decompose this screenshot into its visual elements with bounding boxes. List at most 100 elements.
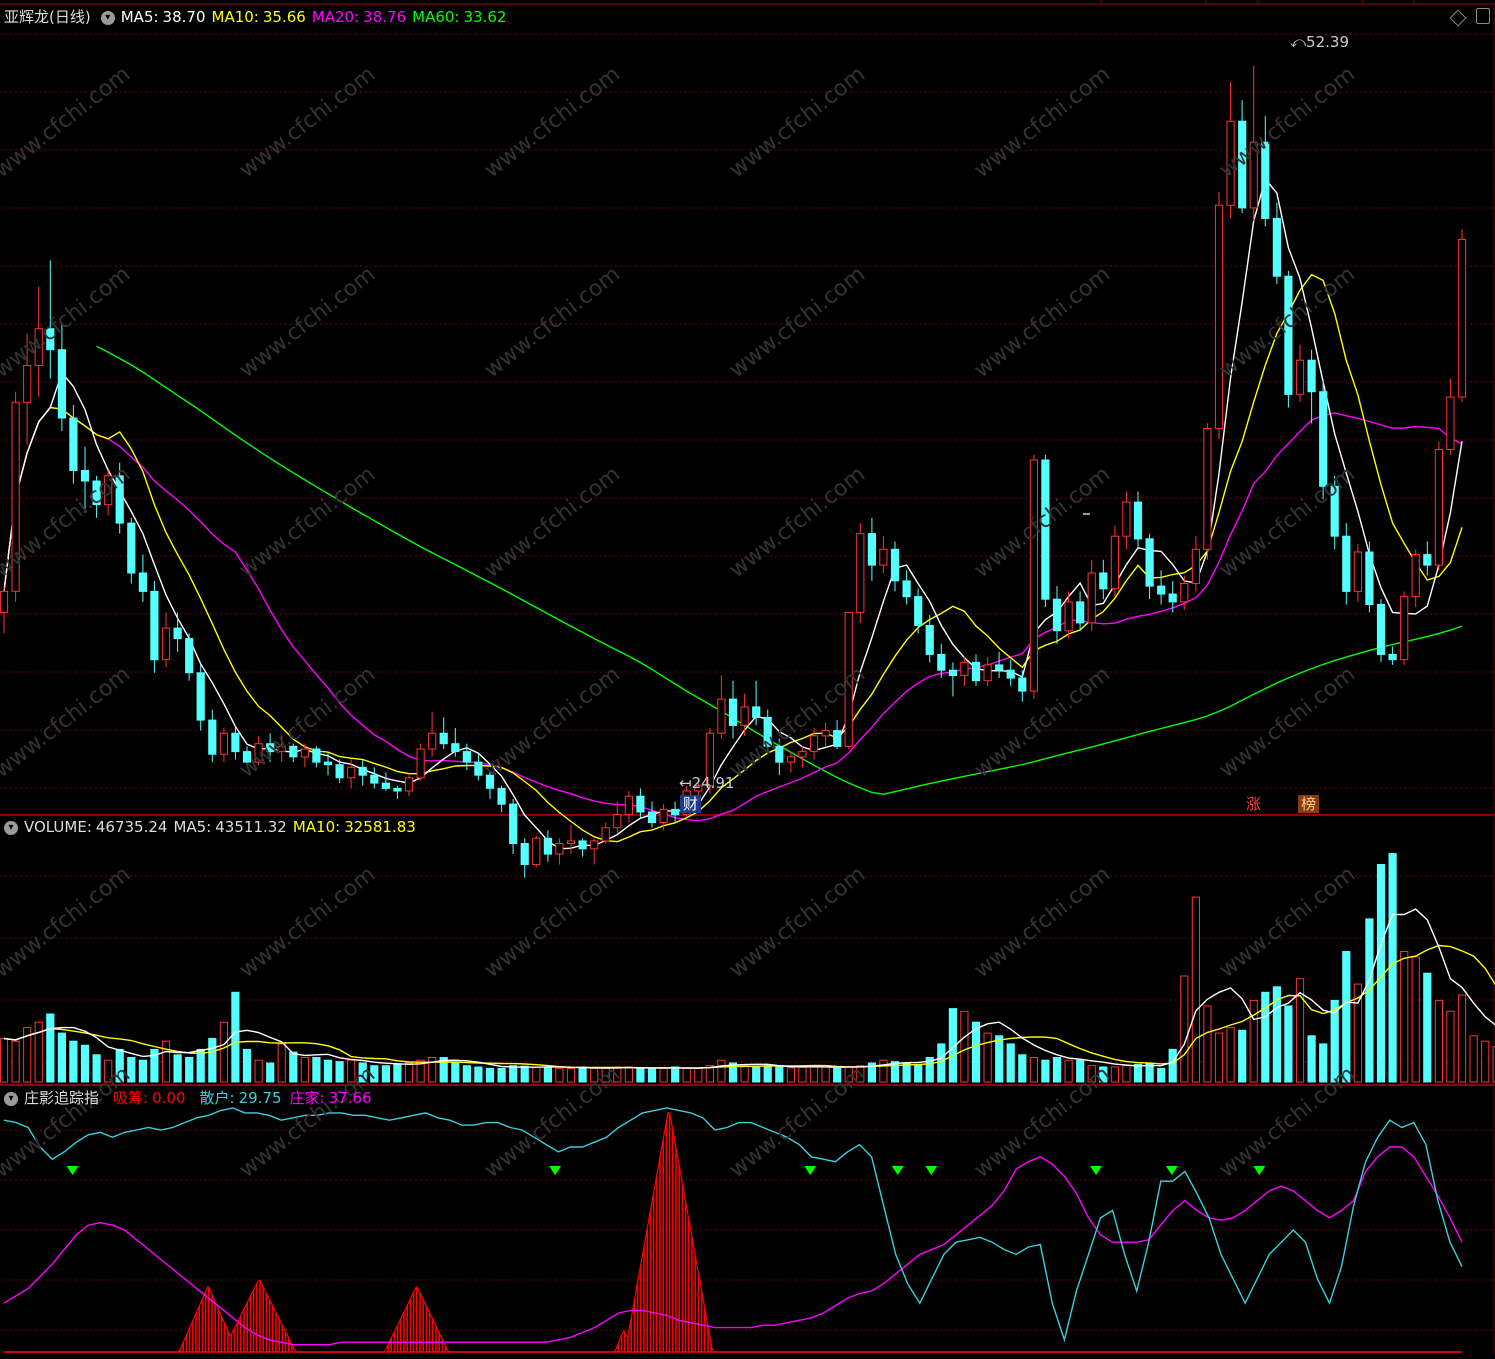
candle-body xyxy=(300,748,309,758)
candle xyxy=(416,743,425,781)
candle xyxy=(948,662,957,697)
candle xyxy=(1064,591,1073,639)
candle xyxy=(532,835,541,868)
candle xyxy=(1376,599,1386,663)
candle-body xyxy=(1423,554,1432,566)
volume-bar xyxy=(1411,956,1420,1083)
indicator-panel-header: ▾ 庄影追踪指 吸筹: 0.00 散户: 29.75 庄家: 37.66 xyxy=(0,1087,378,1109)
candle-body xyxy=(428,732,437,750)
volume-bar xyxy=(983,1032,992,1083)
candle xyxy=(1365,541,1374,613)
tag-zhang[interactable]: 涨 xyxy=(1243,795,1264,813)
volume-bar xyxy=(46,1013,55,1083)
candle-body xyxy=(277,745,286,753)
volume-bar xyxy=(520,1065,529,1083)
volume-bar xyxy=(833,1067,842,1083)
candle xyxy=(312,746,321,768)
volume-bar xyxy=(497,1067,506,1083)
candle xyxy=(266,733,275,763)
candle-body xyxy=(497,787,506,805)
volume-bar xyxy=(300,1057,309,1083)
candle xyxy=(208,709,217,763)
candle-body xyxy=(578,840,587,850)
volume-bar xyxy=(821,1066,830,1083)
candle-body xyxy=(763,716,772,747)
indicator-dropdown-icon[interactable]: ▾ xyxy=(4,1091,18,1106)
stock-name[interactable]: 亚辉龙 xyxy=(4,8,49,26)
candle xyxy=(520,838,529,878)
signal-triangle xyxy=(1165,1166,1178,1175)
candle-body xyxy=(138,572,148,592)
volume-bar xyxy=(1191,896,1201,1083)
candle-body xyxy=(1249,141,1258,209)
candle xyxy=(717,675,726,739)
candle xyxy=(1099,559,1108,600)
price-panel-header: 亚辉龙(日线) ▾ MA5: 38.70 MA10: 35.66 MA20: 38.76 MA6… xyxy=(4,8,507,26)
volume-bar xyxy=(254,1059,263,1083)
volume-bar xyxy=(532,1066,541,1083)
tag-bang[interactable]: 榜 xyxy=(1298,795,1320,813)
volume-dropdown-icon[interactable]: ▾ xyxy=(4,820,18,835)
volume-bar xyxy=(127,1057,136,1083)
window-icon[interactable] xyxy=(1476,8,1490,24)
candle xyxy=(798,746,807,768)
signal-triangle xyxy=(1090,1166,1103,1175)
stock-chart: 亚辉龙(日线) ▾ MA5: 38.70 MA10: 35.66 MA20: 38.76 MA6… xyxy=(0,0,1495,1355)
candle-body xyxy=(1145,538,1154,587)
volume-bar xyxy=(370,1065,379,1083)
ma60-value: 33.62 xyxy=(463,8,507,26)
candle xyxy=(428,712,437,757)
volume-bar xyxy=(960,1010,969,1083)
candle-body xyxy=(717,698,726,734)
indicator-name[interactable]: 庄影追踪指 xyxy=(24,1089,99,1107)
vol-ma10-value: 32581.83 xyxy=(344,818,416,836)
candle-body xyxy=(1029,459,1039,692)
candle xyxy=(1388,646,1397,665)
ma5-value: 38.70 xyxy=(162,8,206,26)
vol-ma10-label: MA10 xyxy=(292,818,336,836)
candle-body xyxy=(821,730,830,737)
volume-bar xyxy=(1122,1065,1131,1083)
candle-body xyxy=(150,590,159,661)
ma10-line xyxy=(3,273,1463,843)
chart-canvas[interactable] xyxy=(0,0,1495,1355)
signal-triangle xyxy=(66,1166,79,1175)
xichou-label: 吸筹 xyxy=(113,1089,144,1107)
volume-bar xyxy=(393,1063,402,1083)
volume-bar xyxy=(381,1065,390,1083)
volume-bar xyxy=(1133,1063,1143,1083)
candle xyxy=(393,785,402,799)
candle-body xyxy=(1214,204,1224,429)
candle-body xyxy=(1041,459,1050,600)
sanhu-value: 29.75 xyxy=(238,1089,282,1107)
volume-bar xyxy=(694,1067,703,1083)
candle-body xyxy=(1052,598,1062,632)
ma60-line xyxy=(96,345,1463,795)
volume-bar xyxy=(844,1066,853,1083)
candle xyxy=(1457,228,1467,403)
candle-body xyxy=(161,627,171,661)
candle-body xyxy=(289,745,298,758)
volume-bar xyxy=(1214,1032,1224,1083)
volume-bar xyxy=(138,1059,148,1083)
candle-body xyxy=(960,661,969,676)
volume-bar xyxy=(1469,1035,1478,1083)
dropdown-icon[interactable]: ▾ xyxy=(100,10,115,25)
volume-value: 46735.24 xyxy=(95,818,168,836)
candle xyxy=(890,541,900,592)
candle-body xyxy=(416,748,425,779)
volume-bar xyxy=(1423,972,1432,1083)
volume-bar xyxy=(914,1063,923,1083)
candle-body xyxy=(740,706,749,726)
candle-body xyxy=(1122,501,1131,537)
candle-body xyxy=(358,766,367,776)
candle xyxy=(196,664,205,731)
candle-body xyxy=(231,732,240,753)
candle xyxy=(821,722,830,747)
candle xyxy=(104,470,113,516)
candle-body xyxy=(543,837,552,855)
volume-bar xyxy=(1307,1035,1316,1083)
tag-cai[interactable]: 财 xyxy=(680,795,702,813)
candle-body xyxy=(1110,535,1120,590)
candle-body xyxy=(173,627,182,640)
